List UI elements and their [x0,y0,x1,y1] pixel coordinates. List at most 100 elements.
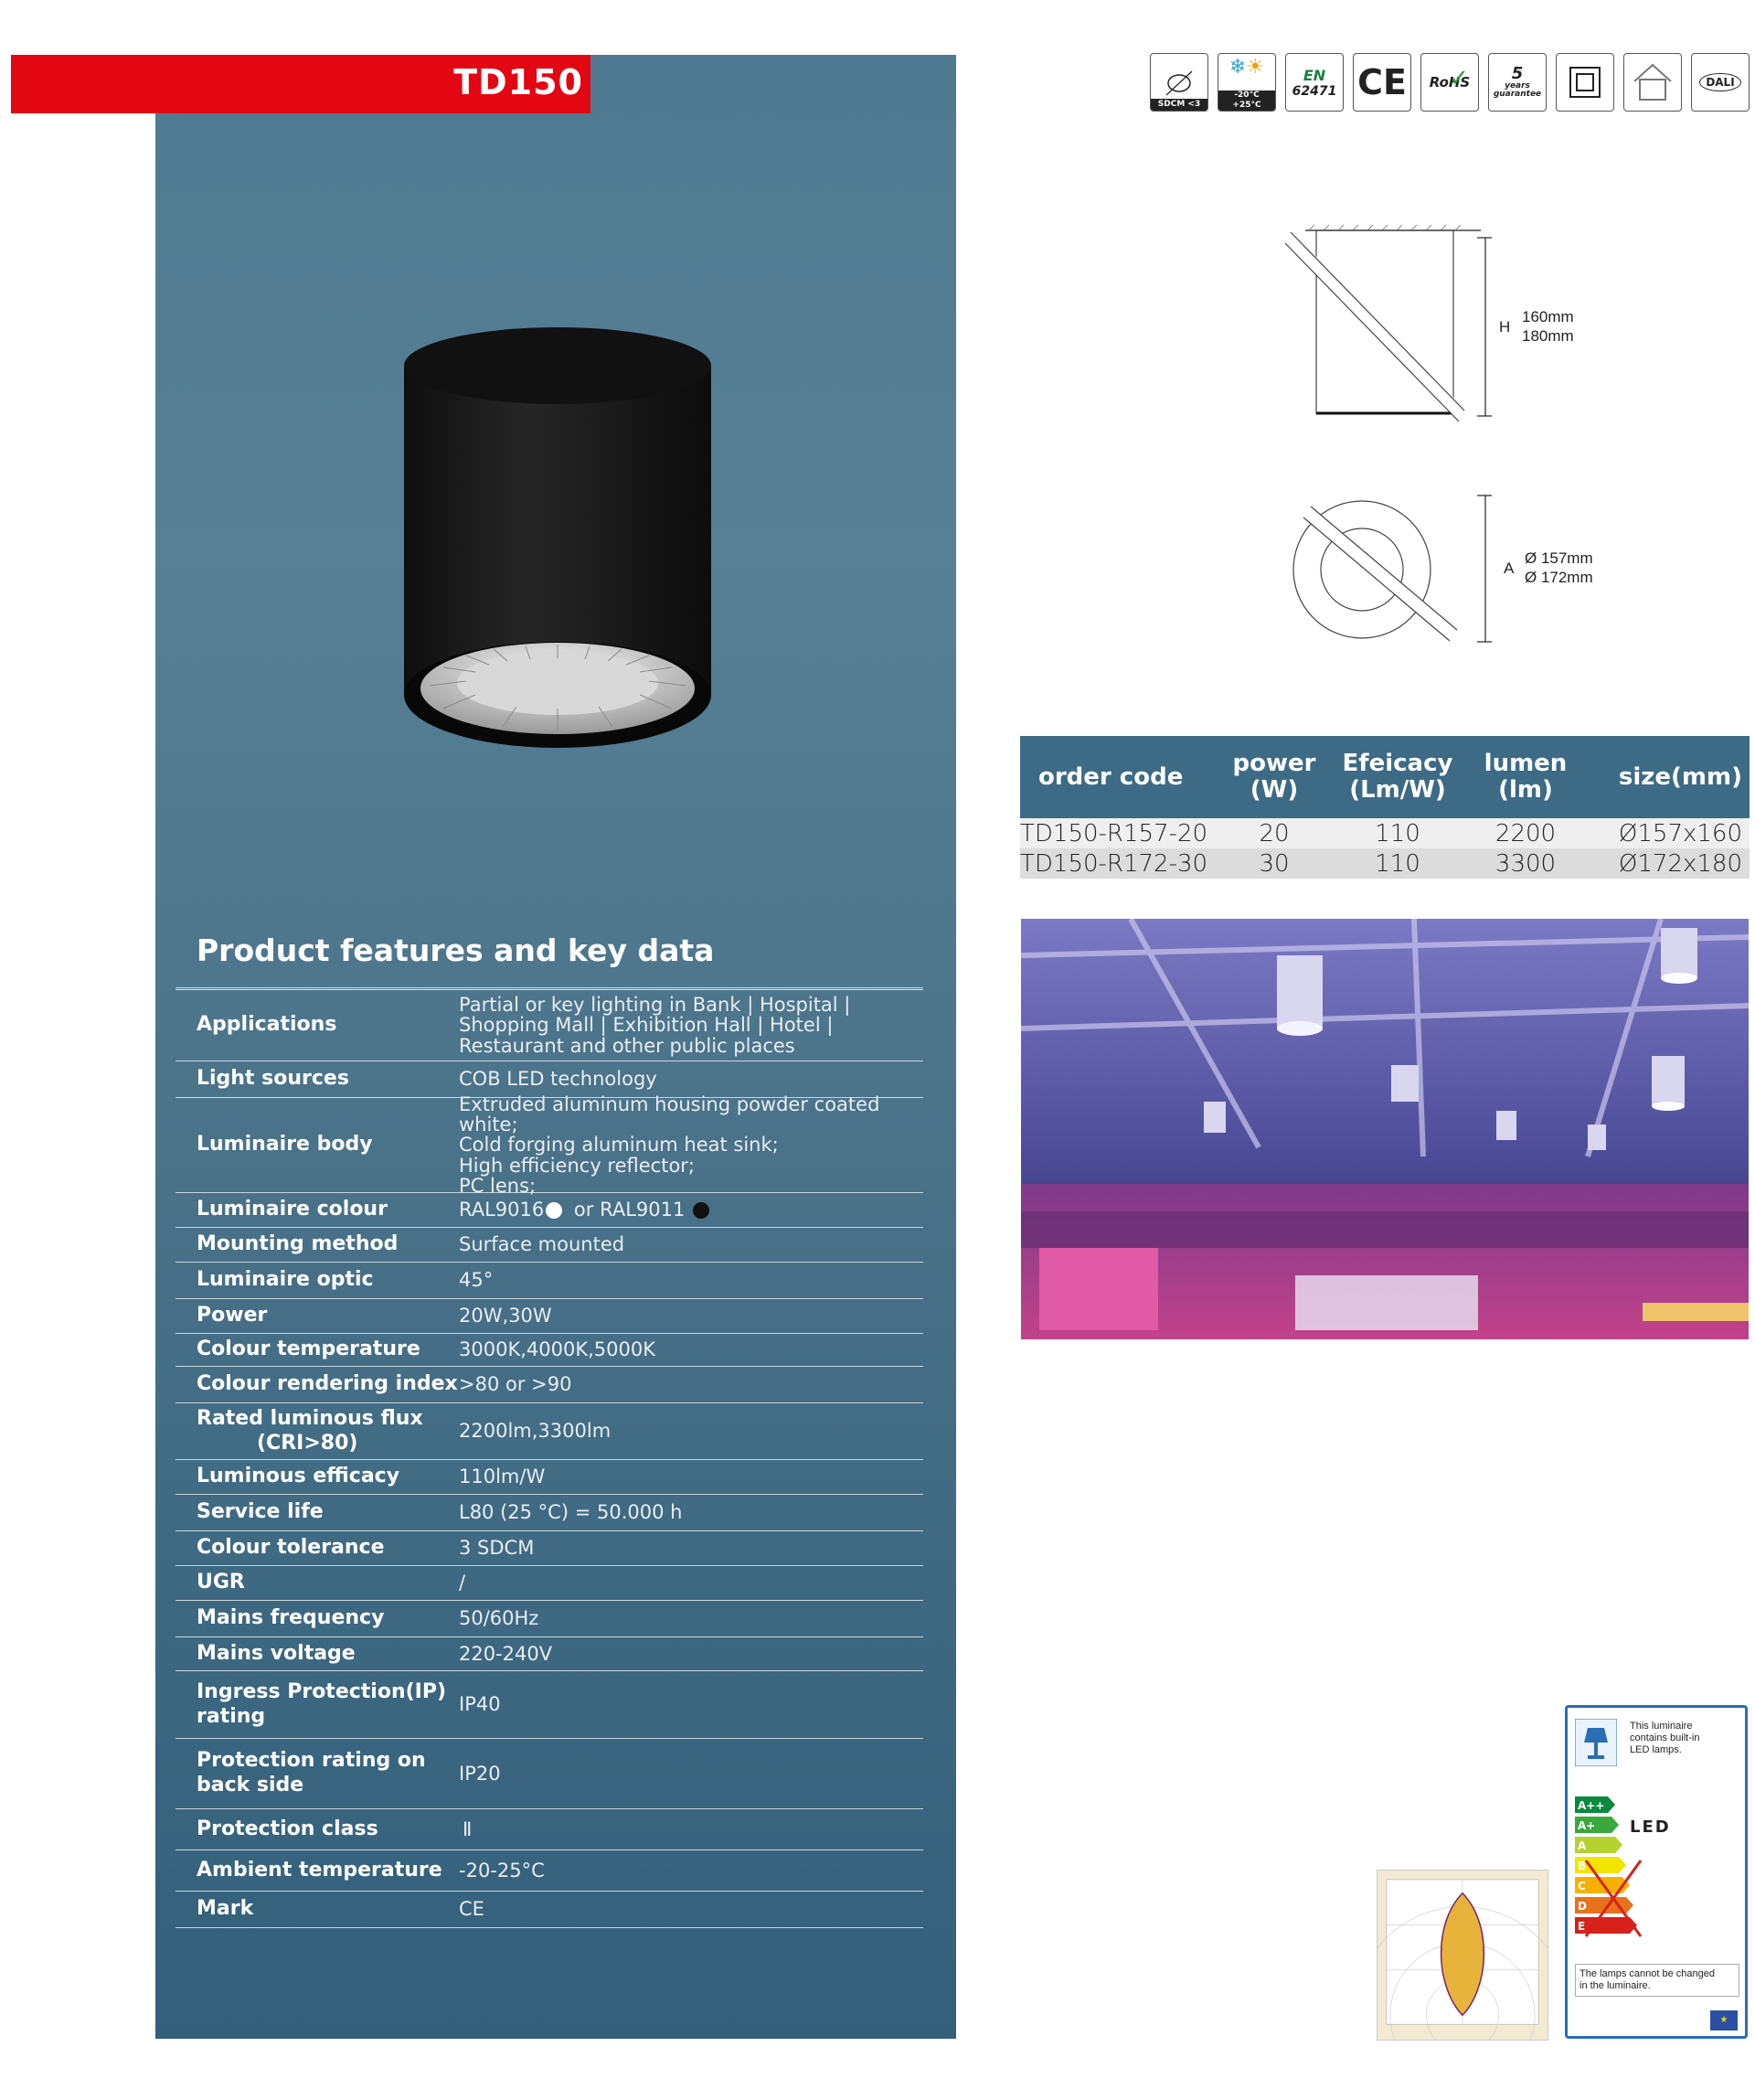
table-header-row: order code power (W) Efeicacy (Lm/W) lumen… [1020,736,1750,818]
spec-label: Rated luminous flux (CRI>80) [197,1406,423,1455]
table-row: Protection rating on back side IP20 [176,1739,923,1809]
spec-value: Surface mounted [459,1233,625,1256]
installation-photo [1021,919,1749,1339]
height-label: H [1499,318,1510,336]
spec-value: 2200lm,3300lm [459,1420,612,1443]
table-row: Colour tolerance 3 SDCM [176,1531,923,1566]
table-row: Ingress Protection(IP) rating IP40 [176,1671,923,1739]
cell-size: Ø172x180 [1585,848,1750,879]
spec-value: IP40 [459,1693,501,1716]
table-row: Colour temperature 3000K,4000K,5000K [176,1334,923,1367]
height-value: 160mm [1522,308,1574,325]
cell-lumen: 2200 [1466,818,1585,848]
col-header-order-code: order code [1020,736,1219,818]
black-swatch-icon [693,1202,710,1220]
cell-power: 30 [1219,848,1329,879]
spec-value: 50/60Hz [459,1607,539,1630]
white-swatch-icon [546,1202,563,1220]
spec-value: L80 (25 °C) = 50.000 h [459,1501,683,1524]
svg-text:D: D [1578,1900,1587,1913]
table-row: Light sources COB LED technology [176,1061,923,1098]
table-row: Applications Partial or key lighting in … [176,990,923,1061]
table-row: Rated luminous flux (CRI>80) 2200lm,3300l… [176,1403,923,1460]
spec-label: Mounting method [197,1232,399,1256]
spec-value: Partial or key lighting in Bank | Hospit… [459,994,851,1057]
spec-label: Colour tolerance [197,1536,385,1560]
spec-label: Luminaire body [197,1133,373,1157]
cell-order-code: TD150-R172-30 [1020,848,1219,879]
energy-bottom-text: The lamps cannot be changed in the lumina… [1575,1964,1739,1998]
table-row: Luminaire colour RAL9016 or RAL9011 [176,1193,923,1228]
table-row: Mark CE [176,1892,923,1928]
spec-label: Ingress Protection(IP) rating [197,1679,447,1728]
sdcm-icon: SDCM <3 [1150,53,1208,112]
table-row: TD150-R157-20 20 110 2200 Ø157x160 [1020,818,1750,848]
table-row: Mains voltage 220-240V [176,1637,923,1671]
model-title: TD150 [453,62,583,102]
energy-top-text: This luminaire contains built-in LED lamps… [1630,1721,1700,1756]
spec-value: Extruded aluminum housing powder coated … [459,1093,880,1197]
spec-value: -20-25°C [459,1859,545,1881]
table-row: Luminaire body Extruded aluminum housing… [176,1094,923,1196]
temperature-icon: ❄☀ -20°C +25°C [1218,53,1276,112]
svg-text:A: A [1578,1839,1587,1852]
title-bar: TD150 [11,55,590,113]
spec-label: Luminaire optic [197,1268,374,1292]
energy-class-scale: A++ A+ A B C D E [1575,1796,1643,1937]
cell-order-code: TD150-R157-20 [1020,818,1219,848]
table-row: Colour rendering index >80 or >90 [176,1367,923,1403]
spec-label: Mains voltage [197,1641,356,1665]
table-row: Mains frequency 50/60Hz [176,1601,923,1637]
indoor-icon [1623,53,1682,112]
col-header-lumen: lumen (lm) [1466,736,1585,818]
cell-efficacy: 110 [1329,818,1466,848]
svg-text:B: B [1578,1860,1586,1872]
spec-label: UGR [197,1571,245,1594]
ce-icon: CE [1353,53,1411,112]
energy-label: This luminaire contains built-in LED lamps… [1565,1705,1748,2039]
spec-label: Protection rating on back side [197,1749,426,1796]
svg-text:A+: A+ [1578,1819,1595,1832]
spec-value: / [459,1572,466,1594]
dimension-drawings: H 160mm 180mm A Ø 157mm Ø 172mm [1283,224,1593,643]
downlight-product-image [404,327,711,748]
spec-label: Colour temperature [197,1338,420,1361]
cell-lumen: 3300 [1466,848,1585,879]
spec-value: Ⅱ [463,1818,473,1840]
warranty-icon: 5 years guarantee [1488,53,1547,112]
spec-value: 3 SDCM [459,1537,535,1560]
spec-value: RAL9016 or RAL9011 [459,1199,923,1220]
table-row: UGR / [176,1566,923,1601]
spec-value: IP20 [459,1762,501,1785]
spec-value: 110lm/W [459,1466,546,1488]
rohs-icon: RoHS ✓ [1420,53,1479,112]
table-row: Luminaire optic 45° [176,1263,923,1299]
spec-value: 45° [459,1269,494,1292]
table-row: Power 20W,30W [176,1299,923,1334]
en-standard-icon: EN 62471 [1285,53,1344,112]
spec-value: 20W,30W [459,1305,552,1327]
table-row: Protection class Ⅱ [176,1809,923,1850]
order-table: order code power (W) Efeicacy (Lm/W) lumen… [1020,736,1750,879]
spec-label: Light sources [197,1067,349,1091]
col-header-efficacy: Efeicacy (Lm/W) [1329,736,1466,818]
diameter-label: A [1504,560,1515,577]
spec-label: Service life [197,1500,324,1524]
dali-icon: DALI [1691,53,1750,112]
spec-table: Applications Partial or key lighting in … [176,987,923,1928]
col-header-power: power (W) [1219,736,1329,818]
table-row: Service life L80 (25 °C) = 50.000 h [176,1495,923,1531]
spec-label: Ambient temperature [197,1858,442,1881]
spec-value: 3000K,4000K,5000K [459,1338,655,1361]
lamp-icon [1575,1719,1617,1766]
svg-text:A++: A++ [1578,1799,1604,1812]
spec-label: Applications [197,1013,337,1037]
spec-label: Colour rendering index [197,1372,458,1396]
diameter-value: Ø 172mm [1525,569,1593,586]
class-ii-icon [1556,53,1614,112]
eu-flag-icon: ★ [1710,2010,1738,2031]
spec-label: Luminous efficacy [197,1465,400,1488]
spec-value: 220-240V [459,1642,553,1665]
features-title: Product features and key data [197,933,715,968]
spec-value: >80 or >90 [459,1373,572,1396]
